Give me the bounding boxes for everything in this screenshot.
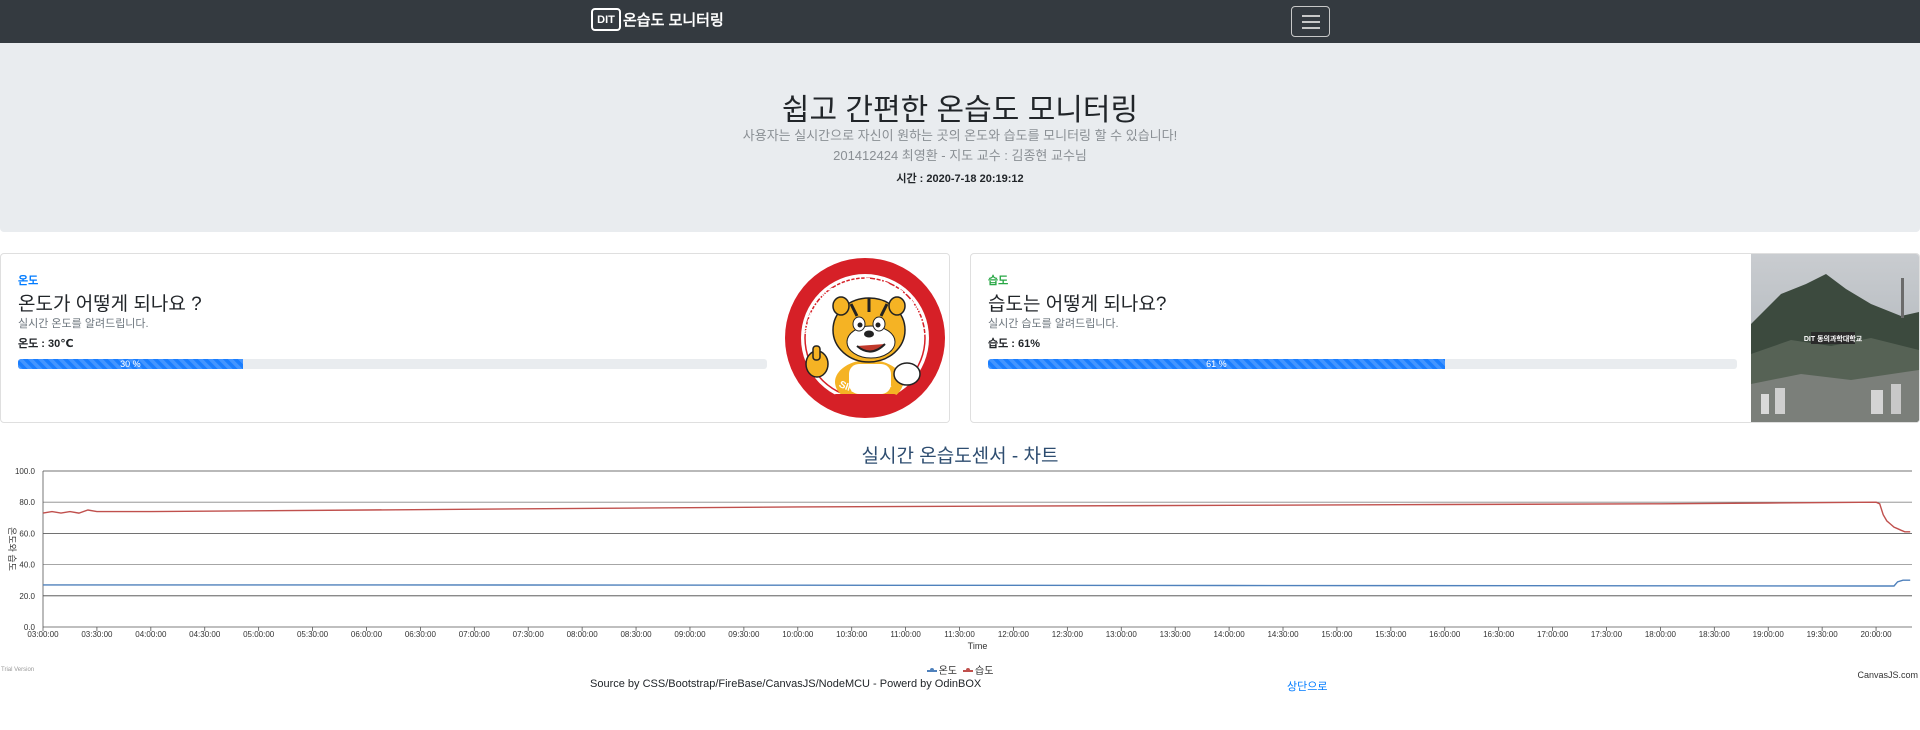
x-axis-title: Time xyxy=(968,641,988,651)
lead-description: 사용자는 실시간으로 자신이 원하는 곳의 온도와 습도를 모니터링 할 수 있… xyxy=(742,128,1178,143)
x-tick-label: 19:30:00 xyxy=(1807,630,1839,639)
series-line-습도 xyxy=(42,501,1911,533)
x-tick-label: 15:30:00 xyxy=(1375,630,1407,639)
x-tick-label: 06:00:00 xyxy=(351,630,383,639)
x-tick-label: 16:00:00 xyxy=(1429,630,1461,639)
campus-aerial-photo: DIT 동의과학대학교 xyxy=(1751,254,1919,422)
x-tick-label: 18:30:00 xyxy=(1699,630,1731,639)
x-tick-label: 10:30:00 xyxy=(836,630,868,639)
x-tick-label: 14:30:00 xyxy=(1267,630,1299,639)
dit-logo: DIT xyxy=(591,8,621,31)
x-tick-label: 05:30:00 xyxy=(297,630,329,639)
temperature-title: 온도가 어떻게 되나요 ? xyxy=(18,294,202,315)
humidity-value: 습도 : 61% xyxy=(988,338,1041,350)
x-tick-label: 19:00:00 xyxy=(1753,630,1785,639)
x-tick-label: 12:00:00 xyxy=(998,630,1030,639)
chart-legend: 온도 습도 xyxy=(0,662,1920,677)
humidity-progress-bar: 61 % xyxy=(988,359,1445,369)
tiger-mascot-logo: DONGEUI INSTITUTE OF TECHNOLOGY SINCE 19… xyxy=(781,254,949,422)
x-tick-label: 17:00:00 xyxy=(1537,630,1569,639)
x-tick-label: 04:00:00 xyxy=(135,630,167,639)
temperature-progress: 30 % xyxy=(18,359,767,369)
temperature-progress-bar: 30 % xyxy=(18,359,243,369)
x-tick-label: 15:00:00 xyxy=(1321,630,1353,639)
legend-item[interactable]: 습도 xyxy=(963,662,993,677)
legend-item[interactable]: 온도 xyxy=(926,662,957,677)
footer-credits: Source by CSS/Bootstrap/FireBase/CanvasJ… xyxy=(590,678,982,690)
current-time: 시간 : 2020-7-18 20:19:12 xyxy=(896,173,1024,185)
humidity-category: 습도 xyxy=(988,275,1009,287)
page-title: 쉽고 간편한 온습도 모니터링 xyxy=(781,94,1139,127)
x-tick-label: 10:00:00 xyxy=(782,630,814,639)
author-info: 201412424 최영환 - 지도 교수 : 김종현 교수님 xyxy=(833,148,1087,163)
x-tick-label: 08:00:00 xyxy=(567,630,599,639)
x-tick-label: 18:00:00 xyxy=(1645,630,1677,639)
y-tick-label: 40.0 xyxy=(19,561,35,570)
canvasjs-credit-link[interactable]: CanvasJS.com xyxy=(1857,670,1918,680)
trial-version-label: Trial Version xyxy=(1,667,35,673)
hamburger-icon-bar xyxy=(1302,27,1320,29)
legend-label: 습도 xyxy=(975,666,994,677)
x-tick-label: 09:30:00 xyxy=(728,630,760,639)
x-tick-label: 04:30:00 xyxy=(189,630,221,639)
temperature-desc: 실시간 온도를 알려드립니다. xyxy=(18,318,149,330)
hamburger-icon-bar xyxy=(1302,21,1320,23)
navbar: DIT 온습도 모니터링 xyxy=(0,0,1920,43)
x-tick-label: 07:00:00 xyxy=(459,630,491,639)
y-tick-label: 60.0 xyxy=(19,529,35,538)
x-tick-label: 20:00:00 xyxy=(1860,630,1892,639)
x-tick-label: 08:30:00 xyxy=(620,630,652,639)
x-tick-label: 03:00:00 xyxy=(27,630,59,639)
x-tick-label: 07:30:00 xyxy=(513,630,545,639)
navbar-brand[interactable]: DIT 온습도 모니터링 xyxy=(591,8,724,31)
x-tick-label: 03:30:00 xyxy=(81,630,113,639)
y-axis-title: 온도와 습도 xyxy=(7,527,18,571)
x-tick-label: 05:00:00 xyxy=(243,630,275,639)
hamburger-icon xyxy=(1302,15,1320,17)
back-to-top-link[interactable]: 상단으로 xyxy=(1287,678,1327,694)
x-tick-label: 11:00:00 xyxy=(890,630,921,639)
y-tick-label: 80.0 xyxy=(19,498,35,507)
campus-sign-text: DIT 동의과학대학교 xyxy=(1804,334,1863,343)
x-tick-label: 12:30:00 xyxy=(1052,630,1084,639)
legend-swatch-icon xyxy=(963,668,973,673)
x-tick-label: 11:30:00 xyxy=(944,630,975,639)
jumbotron: 쉽고 간편한 온습도 모니터링 사용자는 실시간으로 자신이 원하는 곳의 온도… xyxy=(0,43,1920,232)
humidity-desc: 실시간 습도를 알려드립니다. xyxy=(988,318,1119,330)
temperature-value: 온도 : 30℃ xyxy=(18,338,74,350)
x-tick-label: 13:30:00 xyxy=(1160,630,1192,639)
x-tick-label: 17:30:00 xyxy=(1591,630,1623,639)
y-tick-label: 20.0 xyxy=(19,592,35,601)
series-line-온도 xyxy=(43,579,1911,587)
x-tick-label: 14:00:00 xyxy=(1214,630,1246,639)
humidity-card: 습도 습도는 어떻게 되나요? 실시간 습도를 알려드립니다. 습도 : 61%… xyxy=(970,253,1920,423)
x-tick-label: 06:30:00 xyxy=(405,630,437,639)
x-tick-label: 13:00:00 xyxy=(1106,630,1138,639)
x-tick-label: 09:00:00 xyxy=(674,630,706,639)
temperature-card: 온도 온도가 어떻게 되나요 ? 실시간 온도를 알려드립니다. 온도 : 30… xyxy=(0,253,950,423)
humidity-title: 습도는 어떻게 되나요? xyxy=(988,294,1167,315)
humidity-progress: 61 % xyxy=(988,359,1737,369)
legend-swatch-icon xyxy=(926,668,937,673)
menu-toggle-button[interactable] xyxy=(1291,6,1330,37)
legend-label: 온도 xyxy=(938,666,957,677)
y-tick-label: 100.0 xyxy=(15,467,36,476)
brand-title: 온습도 모니터링 xyxy=(623,12,724,29)
x-tick-label: 16:30:00 xyxy=(1483,630,1515,639)
temperature-category: 온도 xyxy=(18,275,39,287)
